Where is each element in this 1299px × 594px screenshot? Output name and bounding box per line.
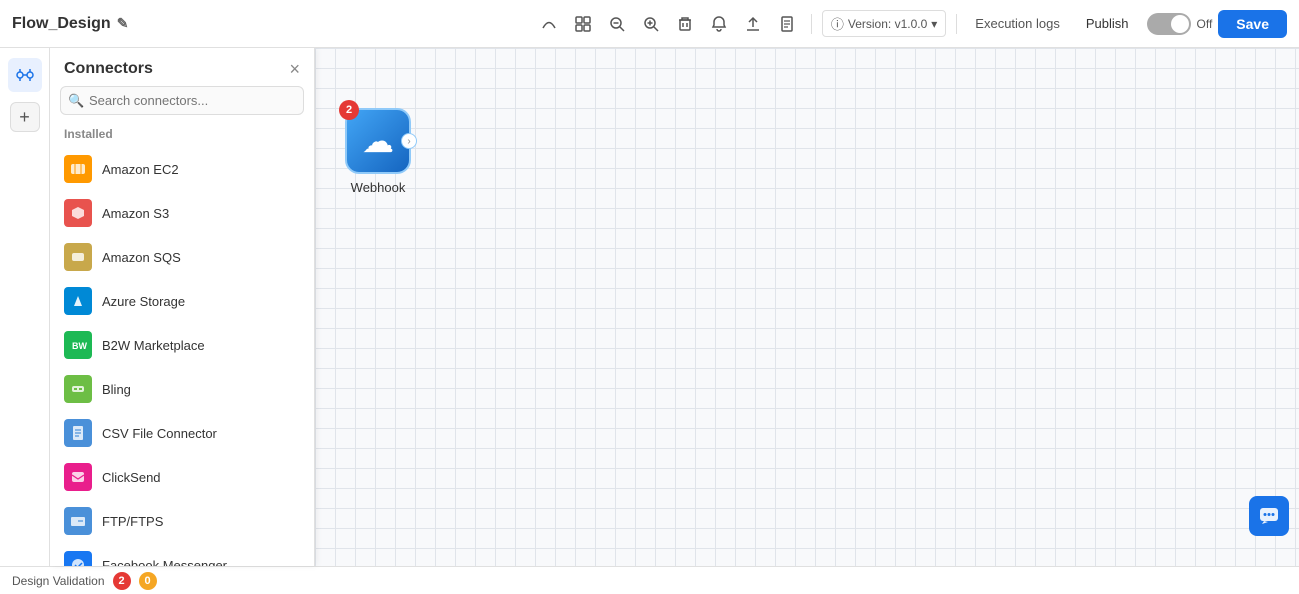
bell-icon[interactable] [705,10,733,38]
panel-close-button[interactable]: × [289,60,300,78]
file-icon[interactable] [773,10,801,38]
connector-icon [64,155,92,183]
connector-name: FTP/FTPS [102,514,163,529]
toggle-label: Off [1197,17,1213,31]
curve-tool-icon[interactable] [535,10,563,38]
delete-icon[interactable] [671,10,699,38]
connector-name: ClickSend [102,470,161,485]
connectors-panel: Connectors × 🔍 Installed Amazon EC2 Amaz… [50,48,315,566]
main-area: + Connectors × 🔍 Installed Amazon EC2 Am… [0,48,1299,566]
toggle-switch[interactable] [1147,13,1191,35]
canvas[interactable]: 2 ☁ › Webhook [315,48,1299,566]
connector-icon [64,243,92,271]
execution-logs-button[interactable]: Execution logs [967,12,1068,35]
connector-item[interactable]: ClickSend [50,455,314,499]
connector-icon [64,507,92,535]
tool-divider [811,14,812,34]
connector-name: CSV File Connector [102,426,217,441]
upload-icon[interactable] [739,10,767,38]
connector-name: Amazon EC2 [102,162,179,177]
save-button[interactable]: Save [1218,10,1287,38]
connector-item[interactable]: Amazon EC2 [50,147,314,191]
connector-icon [64,199,92,227]
connector-icon [64,551,92,566]
topbar: Flow_Design ✎ [0,0,1299,48]
topbar-tools: ⓘ Version: v1.0.0 ▾ Execution logs Publi… [535,10,1287,38]
connector-item[interactable]: Amazon SQS [50,235,314,279]
connector-icon [64,463,92,491]
validation-error-badge: 2 [113,572,131,590]
zoom-out-icon[interactable] [603,10,631,38]
connector-name: Amazon S3 [102,206,169,221]
webhook-label: Webhook [351,180,406,195]
design-validation-label: Design Validation [12,574,105,588]
webhook-node[interactable]: 2 ☁ › Webhook [345,108,411,195]
chat-button[interactable] [1249,496,1289,536]
version-text: Version: v1.0.0 [848,17,927,31]
grid-tool-icon[interactable] [569,10,597,38]
connector-item[interactable]: Bling [50,367,314,411]
panel-title: Connectors [64,60,153,78]
connector-icon [64,375,92,403]
canvas-grid [315,48,1299,566]
toggle-wrap: Off [1147,13,1213,35]
connector-item[interactable]: CSV File Connector [50,411,314,455]
connector-name: Facebook Messenger [102,558,227,567]
zoom-in-icon[interactable] [637,10,665,38]
webhook-cloud-icon: ☁ [362,122,394,160]
tool-divider-2 [956,14,957,34]
connector-item[interactable]: BW B2W Marketplace [50,323,314,367]
connector-item[interactable]: Amazon S3 [50,191,314,235]
search-wrap: 🔍 [50,86,314,123]
edit-title-icon[interactable]: ✎ [117,15,129,32]
add-icon: + [19,107,30,128]
connector-search-input[interactable] [60,86,304,115]
sidebar-add-button[interactable]: + [10,102,40,132]
svg-text:BW: BW [72,341,87,351]
flow-title-text: Flow_Design [12,15,111,33]
webhook-expand-arrow[interactable]: › [401,133,417,149]
connector-item[interactable]: FTP/FTPS [50,499,314,543]
version-badge[interactable]: ⓘ Version: v1.0.0 ▾ [822,10,946,37]
bottom-bar: Design Validation 2 0 [0,566,1299,594]
validation-warn-badge: 0 [139,572,157,590]
connector-name: Azure Storage [102,294,185,309]
connector-icon [64,419,92,447]
panel-header: Connectors × [50,48,314,86]
webhook-badge: 2 [339,100,359,120]
publish-button[interactable]: Publish [1074,12,1141,35]
version-chevron: ▾ [931,17,937,31]
connector-list: Amazon EC2 Amazon S3 Amazon SQS Azure St… [50,147,314,566]
sidebar-connectors-icon[interactable] [8,58,42,92]
connector-item[interactable]: Azure Storage [50,279,314,323]
installed-section-label: Installed [50,123,314,147]
left-sidebar: + [0,48,50,566]
connector-name: B2W Marketplace [102,338,205,353]
connector-icon: BW [64,331,92,359]
flow-title: Flow_Design ✎ [12,15,128,33]
connector-name: Bling [102,382,131,397]
connector-name: Amazon SQS [102,250,181,265]
toggle-knob [1171,15,1189,33]
connector-icon [64,287,92,315]
connector-item[interactable]: Facebook Messenger [50,543,314,566]
